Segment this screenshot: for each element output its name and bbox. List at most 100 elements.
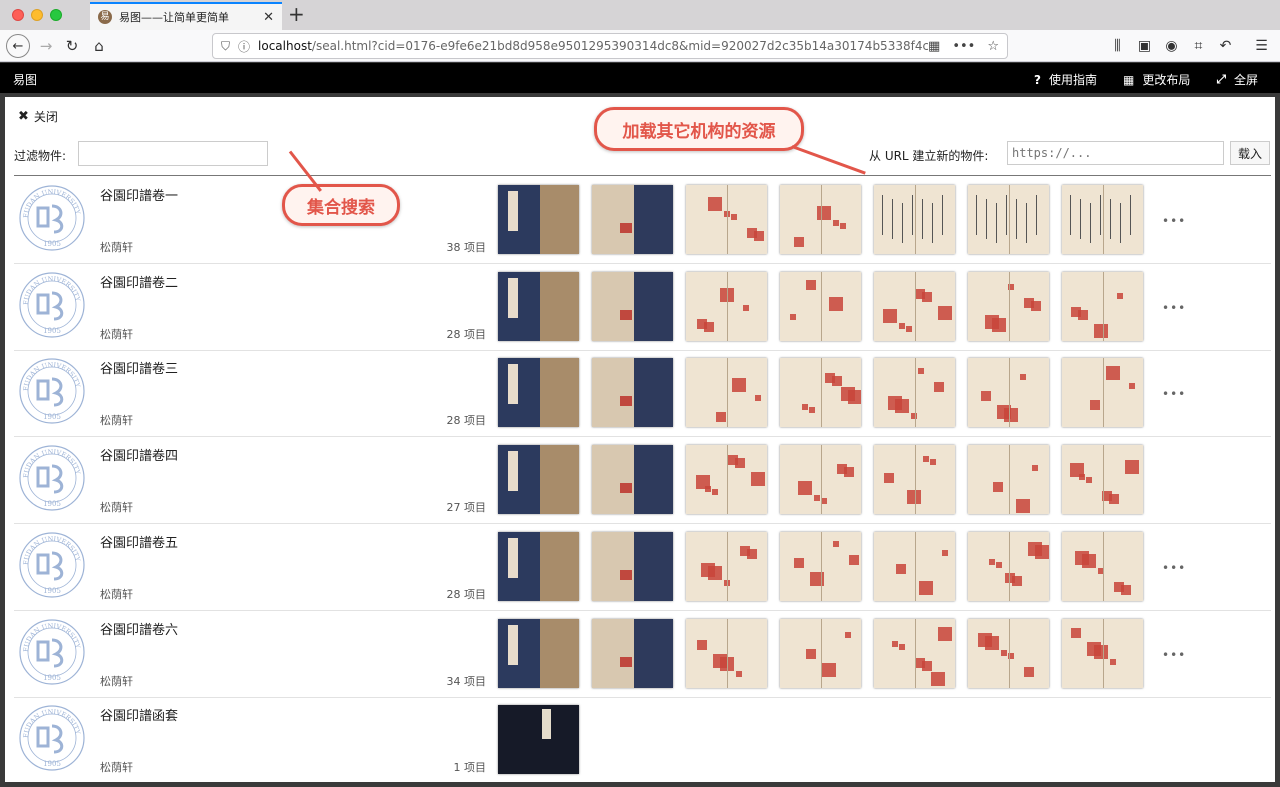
collection-title[interactable]: 谷園印譜卷二 bbox=[100, 272, 178, 291]
account-icon[interactable]: ◉ bbox=[1158, 34, 1185, 58]
window-zoom-button[interactable] bbox=[50, 9, 62, 21]
shield-icon[interactable]: ⛉ bbox=[221, 39, 230, 54]
reload-icon[interactable]: ↻ bbox=[60, 34, 84, 58]
item-thumbnail[interactable] bbox=[498, 618, 579, 688]
page-actions-icon[interactable]: ••• bbox=[952, 39, 975, 54]
collection-row[interactable]: FUDAN UNIVERSITY 1905 谷園印譜卷五 松荫轩 28 项目 ••• bbox=[14, 524, 1271, 611]
collection-title[interactable]: 谷園印譜卷六 bbox=[100, 619, 178, 638]
url-text: localhost/seal.html?cid=0176-e9fe6e21bd8… bbox=[258, 39, 929, 53]
item-thumbnail[interactable] bbox=[498, 271, 579, 341]
collection-title[interactable]: 谷園印譜卷四 bbox=[100, 445, 178, 464]
item-thumbnail[interactable] bbox=[780, 531, 861, 601]
address-bar[interactable]: ⛉ ⓘ localhost/seal.html?cid=0176-e9fe6e2… bbox=[212, 33, 1008, 59]
collection-row[interactable]: FUDAN UNIVERSITY 1905 谷園印譜函套 松荫轩 1 项目 bbox=[14, 697, 1271, 784]
change-layout-button[interactable]: ▦ 更改布局 bbox=[1123, 71, 1190, 88]
collection-title[interactable]: 谷園印譜卷五 bbox=[100, 532, 178, 551]
item-thumbnail[interactable] bbox=[1062, 618, 1143, 688]
home-icon[interactable]: ⌂ bbox=[87, 34, 111, 58]
screenshot-icon[interactable]: ⌗ bbox=[1185, 34, 1212, 58]
new-tab-icon[interactable]: + bbox=[288, 3, 305, 25]
item-thumbnail[interactable] bbox=[592, 358, 673, 428]
info-icon[interactable]: ⓘ bbox=[238, 38, 250, 55]
collection-item-count: 34 项目 bbox=[446, 674, 487, 688]
back-arrow-icon[interactable]: ← bbox=[6, 34, 30, 58]
item-thumbnail[interactable] bbox=[498, 531, 579, 601]
item-thumbnail[interactable] bbox=[780, 185, 861, 254]
collection-title[interactable]: 谷園印譜函套 bbox=[100, 705, 178, 724]
help-button[interactable]: ? 使用指南 bbox=[1034, 71, 1097, 88]
fudan-logo-icon: FUDAN UNIVERSITY 1905 bbox=[18, 269, 86, 341]
item-thumbnail[interactable] bbox=[874, 185, 955, 254]
item-thumbnail[interactable] bbox=[498, 358, 579, 428]
item-thumbnail[interactable] bbox=[968, 358, 1049, 428]
window-minimize-button[interactable] bbox=[31, 9, 43, 21]
collection-row[interactable]: FUDAN UNIVERSITY 1905 谷園印譜卷四 松荫轩 27 项目 bbox=[14, 437, 1271, 525]
item-thumbnail[interactable] bbox=[780, 271, 861, 341]
item-thumbnail[interactable] bbox=[968, 445, 1049, 515]
item-thumbnail[interactable] bbox=[780, 618, 861, 688]
item-thumbnail[interactable] bbox=[498, 185, 579, 254]
item-thumbnail[interactable] bbox=[686, 531, 767, 601]
forward-arrow-icon[interactable]: → bbox=[34, 34, 58, 58]
bookmark-star-icon[interactable]: ☆ bbox=[987, 39, 999, 54]
qr-code-icon[interactable]: ▦ bbox=[928, 39, 940, 54]
more-items-icon[interactable]: ••• bbox=[1162, 648, 1186, 662]
library-icon[interactable]: ⫼ bbox=[1104, 34, 1131, 58]
item-thumbnail[interactable] bbox=[592, 618, 673, 688]
item-thumbnail[interactable] bbox=[686, 185, 767, 254]
item-thumbnail[interactable] bbox=[686, 618, 767, 688]
browser-tab[interactable]: 易 易图——让简单更简单 ✕ bbox=[90, 2, 282, 30]
tab-close-icon[interactable]: ✕ bbox=[263, 10, 274, 25]
collection-title[interactable]: 谷園印譜卷一 bbox=[100, 185, 178, 204]
item-thumbnail[interactable] bbox=[686, 271, 767, 341]
grid-icon: ▦ bbox=[1123, 72, 1135, 87]
item-thumbnail[interactable] bbox=[968, 185, 1049, 254]
fullscreen-button[interactable]: ⤢ 全屏 bbox=[1216, 71, 1258, 88]
collection-item-count: 28 项目 bbox=[446, 587, 487, 601]
menu-icon[interactable]: ☰ bbox=[1248, 34, 1275, 58]
item-thumbnail[interactable] bbox=[498, 445, 579, 515]
item-thumbnail[interactable] bbox=[686, 445, 767, 515]
item-thumbnail[interactable] bbox=[968, 271, 1049, 341]
item-thumbnail[interactable] bbox=[874, 531, 955, 601]
browser-nav-bar: ← → ↻ ⌂ ⛉ ⓘ localhost/seal.html?cid=0176… bbox=[0, 30, 1280, 62]
item-thumbnail[interactable] bbox=[874, 618, 955, 688]
collection-title[interactable]: 谷園印譜卷三 bbox=[100, 358, 178, 377]
item-thumbnail[interactable] bbox=[968, 531, 1049, 601]
item-thumbnail[interactable] bbox=[592, 531, 673, 601]
close-button[interactable]: ✖ 关闭 bbox=[18, 108, 58, 125]
more-items-icon[interactable]: ••• bbox=[1162, 387, 1186, 401]
more-items-icon[interactable]: ••• bbox=[1162, 561, 1186, 575]
item-thumbnail[interactable] bbox=[874, 445, 955, 515]
item-thumbnail[interactable] bbox=[1062, 445, 1143, 515]
load-button[interactable]: 载入 bbox=[1230, 141, 1270, 165]
thumbnail-strip bbox=[498, 445, 1143, 515]
filter-input[interactable] bbox=[78, 141, 268, 166]
collection-row[interactable]: FUDAN UNIVERSITY 1905 谷園印譜卷一 松荫轩 38 项目 ••• bbox=[14, 177, 1271, 264]
item-thumbnail[interactable] bbox=[780, 445, 861, 515]
collection-row[interactable]: FUDAN UNIVERSITY 1905 谷園印譜卷二 松荫轩 28 项目 ••• bbox=[14, 264, 1271, 351]
undo-icon[interactable]: ↶ bbox=[1212, 34, 1239, 58]
collection-item-count: 27 项目 bbox=[446, 501, 487, 515]
item-thumbnail[interactable] bbox=[1062, 271, 1143, 341]
item-thumbnail[interactable] bbox=[874, 271, 955, 341]
item-thumbnail[interactable] bbox=[686, 358, 767, 428]
url-input[interactable] bbox=[1007, 141, 1224, 165]
item-thumbnail[interactable] bbox=[780, 358, 861, 428]
item-thumbnail[interactable] bbox=[498, 705, 579, 775]
item-thumbnail[interactable] bbox=[592, 185, 673, 254]
collection-row[interactable]: FUDAN UNIVERSITY 1905 谷園印譜卷三 松荫轩 28 项目 ••• bbox=[14, 350, 1271, 438]
item-thumbnail[interactable] bbox=[592, 445, 673, 515]
sidebar-icon[interactable]: ▣ bbox=[1131, 34, 1158, 58]
item-thumbnail[interactable] bbox=[968, 618, 1049, 688]
more-items-icon[interactable]: ••• bbox=[1162, 214, 1186, 228]
more-items-icon[interactable]: ••• bbox=[1162, 301, 1186, 315]
window-close-button[interactable] bbox=[12, 9, 24, 21]
item-thumbnail[interactable] bbox=[592, 271, 673, 341]
app-title: 易图 bbox=[13, 73, 38, 87]
item-thumbnail[interactable] bbox=[1062, 531, 1143, 601]
item-thumbnail[interactable] bbox=[874, 358, 955, 428]
collection-row[interactable]: FUDAN UNIVERSITY 1905 谷園印譜卷六 松荫轩 34 项目 ••• bbox=[14, 611, 1271, 698]
item-thumbnail[interactable] bbox=[1062, 185, 1143, 254]
item-thumbnail[interactable] bbox=[1062, 358, 1143, 428]
